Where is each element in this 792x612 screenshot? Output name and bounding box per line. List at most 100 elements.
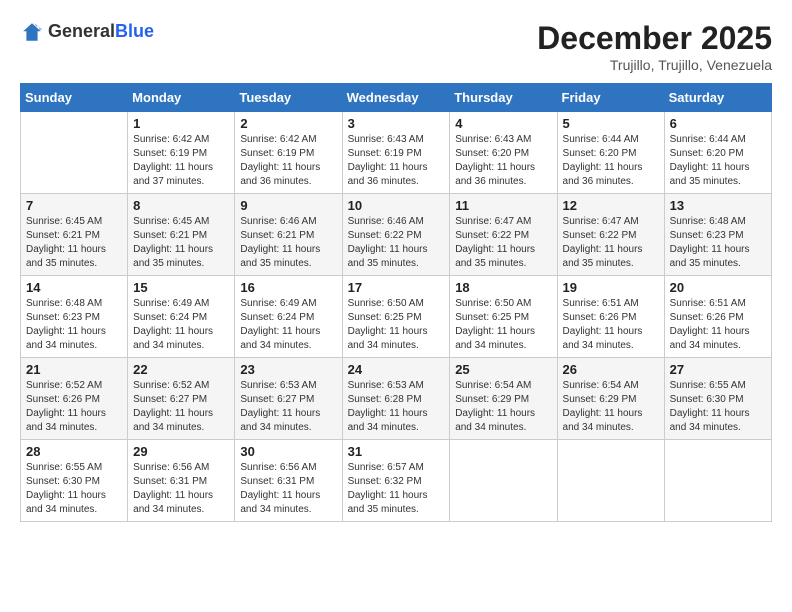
day-info: Sunrise: 6:53 AMSunset: 6:28 PMDaylight:… [348,379,445,435]
day-number: 19 [563,280,659,295]
day-number: 18 [455,280,551,295]
day-number: 12 [563,198,659,213]
day-number: 28 [26,444,122,459]
day-number: 1 [133,116,229,131]
weekday-header-row: SundayMondayTuesdayWednesdayThursdayFrid… [21,84,772,112]
calendar-week-row: 7 Sunrise: 6:45 AMSunset: 6:21 PMDaylight… [21,194,772,276]
day-info: Sunrise: 6:55 AMSunset: 6:30 PMDaylight:… [26,461,122,517]
calendar-day-cell: 16 Sunrise: 6:49 AMSunset: 6:24 PMDayligh… [235,276,342,358]
day-info: Sunrise: 6:43 AMSunset: 6:20 PMDaylight:… [455,133,551,189]
day-info: Sunrise: 6:45 AMSunset: 6:21 PMDaylight:… [26,215,122,271]
day-info: Sunrise: 6:52 AMSunset: 6:27 PMDaylight:… [133,379,229,435]
calendar-day-cell: 26 Sunrise: 6:54 AMSunset: 6:29 PMDayligh… [557,358,664,440]
day-number: 13 [670,198,766,213]
day-info: Sunrise: 6:53 AMSunset: 6:27 PMDaylight:… [240,379,336,435]
calendar-day-cell: 12Sunrise: 6:47 AMSunset: 6:22 PMDayligh… [557,194,664,276]
calendar-day-cell: 7 Sunrise: 6:45 AMSunset: 6:21 PMDaylight… [21,194,128,276]
calendar-table: SundayMondayTuesdayWednesdayThursdayFrid… [20,83,772,522]
calendar-day-cell: 10Sunrise: 6:46 AMSunset: 6:22 PMDayligh… [342,194,450,276]
calendar-day-cell: 8 Sunrise: 6:45 AMSunset: 6:21 PMDaylight… [128,194,235,276]
calendar-day-cell: 23 Sunrise: 6:53 AMSunset: 6:27 PMDayligh… [235,358,342,440]
calendar-day-cell: 17Sunrise: 6:50 AMSunset: 6:25 PMDayligh… [342,276,450,358]
day-info: Sunrise: 6:51 AMSunset: 6:26 PMDaylight:… [563,297,659,353]
day-number: 4 [455,116,551,131]
day-info: Sunrise: 6:54 AMSunset: 6:29 PMDaylight:… [563,379,659,435]
calendar-day-cell: 14Sunrise: 6:48 AMSunset: 6:23 PMDayligh… [21,276,128,358]
day-info: Sunrise: 6:43 AMSunset: 6:19 PMDaylight:… [348,133,445,189]
calendar-day-cell [450,440,557,522]
weekday-header: Tuesday [235,84,342,112]
day-number: 27 [670,362,766,377]
day-number: 2 [240,116,336,131]
day-info: Sunrise: 6:50 AMSunset: 6:25 PMDaylight:… [348,297,445,353]
day-number: 22 [133,362,229,377]
day-number: 31 [348,444,445,459]
day-number: 23 [240,362,336,377]
calendar-week-row: 28 Sunrise: 6:55 AMSunset: 6:30 PMDayligh… [21,440,772,522]
calendar-day-cell: 29Sunrise: 6:56 AMSunset: 6:31 PMDayligh… [128,440,235,522]
calendar-day-cell: 25 Sunrise: 6:54 AMSunset: 6:29 PMDayligh… [450,358,557,440]
calendar-day-cell [21,112,128,194]
page-header: General Blue December 2025 Trujillo, Tru… [20,20,772,73]
calendar-day-cell [557,440,664,522]
day-number: 5 [563,116,659,131]
location-text: Trujillo, Trujillo, Venezuela [537,57,772,73]
day-number: 15 [133,280,229,295]
day-info: Sunrise: 6:56 AMSunset: 6:31 PMDaylight:… [240,461,336,517]
day-number: 8 [133,198,229,213]
calendar-day-cell: 18Sunrise: 6:50 AMSunset: 6:25 PMDayligh… [450,276,557,358]
logo-blue-text: Blue [115,22,154,42]
day-info: Sunrise: 6:49 AMSunset: 6:24 PMDaylight:… [240,297,336,353]
day-number: 16 [240,280,336,295]
calendar-day-cell: 1 Sunrise: 6:42 AMSunset: 6:19 PMDaylight… [128,112,235,194]
logo-general-text: General [48,22,115,42]
calendar-day-cell: 27 Sunrise: 6:55 AMSunset: 6:30 PMDayligh… [664,358,771,440]
calendar-day-cell: 5 Sunrise: 6:44 AMSunset: 6:20 PMDaylight… [557,112,664,194]
day-info: Sunrise: 6:45 AMSunset: 6:21 PMDaylight:… [133,215,229,271]
day-info: Sunrise: 6:57 AMSunset: 6:32 PMDaylight:… [348,461,445,517]
day-info: Sunrise: 6:49 AMSunset: 6:24 PMDaylight:… [133,297,229,353]
calendar-day-cell: 21Sunrise: 6:52 AMSunset: 6:26 PMDayligh… [21,358,128,440]
logo-icon [20,20,44,44]
calendar-week-row: 14Sunrise: 6:48 AMSunset: 6:23 PMDayligh… [21,276,772,358]
day-info: Sunrise: 6:55 AMSunset: 6:30 PMDaylight:… [670,379,766,435]
weekday-header: Wednesday [342,84,450,112]
calendar-day-cell: 11Sunrise: 6:47 AMSunset: 6:22 PMDayligh… [450,194,557,276]
calendar-day-cell: 2Sunrise: 6:42 AMSunset: 6:19 PMDaylight… [235,112,342,194]
calendar-week-row: 21Sunrise: 6:52 AMSunset: 6:26 PMDayligh… [21,358,772,440]
day-number: 26 [563,362,659,377]
calendar-week-row: 1 Sunrise: 6:42 AMSunset: 6:19 PMDaylight… [21,112,772,194]
calendar-day-cell: 30 Sunrise: 6:56 AMSunset: 6:31 PMDayligh… [235,440,342,522]
day-number: 25 [455,362,551,377]
day-info: Sunrise: 6:54 AMSunset: 6:29 PMDaylight:… [455,379,551,435]
month-title: December 2025 [537,20,772,57]
day-number: 9 [240,198,336,213]
weekday-header: Sunday [21,84,128,112]
calendar-day-cell: 9 Sunrise: 6:46 AMSunset: 6:21 PMDaylight… [235,194,342,276]
calendar-day-cell: 22 Sunrise: 6:52 AMSunset: 6:27 PMDayligh… [128,358,235,440]
day-info: Sunrise: 6:46 AMSunset: 6:21 PMDaylight:… [240,215,336,271]
calendar-day-cell: 20Sunrise: 6:51 AMSunset: 6:26 PMDayligh… [664,276,771,358]
day-number: 10 [348,198,445,213]
day-info: Sunrise: 6:44 AMSunset: 6:20 PMDaylight:… [563,133,659,189]
calendar-day-cell: 19 Sunrise: 6:51 AMSunset: 6:26 PMDayligh… [557,276,664,358]
logo: General Blue [20,20,154,44]
calendar-day-cell: 6Sunrise: 6:44 AMSunset: 6:20 PMDaylight… [664,112,771,194]
day-number: 3 [348,116,445,131]
calendar-day-cell: 4 Sunrise: 6:43 AMSunset: 6:20 PMDaylight… [450,112,557,194]
day-info: Sunrise: 6:42 AMSunset: 6:19 PMDaylight:… [133,133,229,189]
day-info: Sunrise: 6:48 AMSunset: 6:23 PMDaylight:… [670,215,766,271]
day-number: 21 [26,362,122,377]
day-number: 7 [26,198,122,213]
weekday-header: Saturday [664,84,771,112]
calendar-day-cell [664,440,771,522]
weekday-header: Friday [557,84,664,112]
day-number: 24 [348,362,445,377]
day-info: Sunrise: 6:56 AMSunset: 6:31 PMDaylight:… [133,461,229,517]
calendar-day-cell: 15 Sunrise: 6:49 AMSunset: 6:24 PMDayligh… [128,276,235,358]
calendar-day-cell: 24 Sunrise: 6:53 AMSunset: 6:28 PMDayligh… [342,358,450,440]
day-number: 30 [240,444,336,459]
day-number: 20 [670,280,766,295]
title-block: December 2025 Trujillo, Trujillo, Venezu… [537,20,772,73]
day-info: Sunrise: 6:44 AMSunset: 6:20 PMDaylight:… [670,133,766,189]
